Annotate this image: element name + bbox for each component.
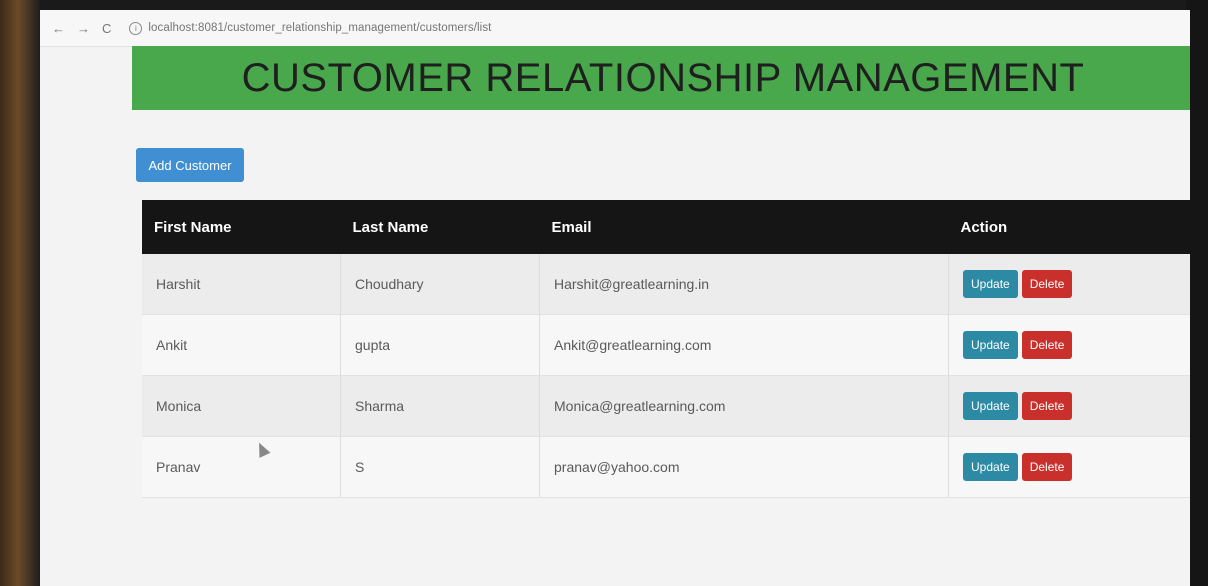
table-header-row: First Name Last Name Email Action [142,200,1190,254]
table-row: Monica Sharma Monica@greatlearning.com U… [142,375,1190,437]
monitor-bezel-left [0,0,40,586]
last-name-cell: Choudhary [340,254,540,315]
action-cell: Update Delete [948,375,1190,437]
last-name-cell: S [340,436,540,498]
table-row: Pranav S pranav@yahoo.com Update Delete [142,436,1190,498]
customer-table: First Name Last Name Email Action Harshi… [142,200,1190,498]
first-name-cell: Pranav [142,436,341,498]
column-header-last-name: Last Name [340,200,540,254]
site-info-icon[interactable]: i [129,21,143,35]
first-name-cell: Ankit [142,314,341,376]
last-name-cell: gupta [340,314,540,376]
reload-icon[interactable]: C [102,21,111,36]
page-banner: CUSTOMER RELATIONSHIP MANAGEMENT [132,46,1190,110]
action-cell: Update Delete [948,254,1190,315]
first-name-cell: Harshit [142,254,341,315]
forward-icon[interactable]: → [77,21,90,36]
delete-button[interactable]: Delete [1021,331,1073,359]
email-cell: pranav@yahoo.com [539,436,949,498]
email-cell: Harshit@greatlearning.in [539,254,949,315]
last-name-cell: Sharma [340,375,540,437]
column-header-email: Email [539,200,949,254]
first-name-cell: Monica [142,375,341,437]
address-bar[interactable]: ← → C i localhost:8081/customer_relation… [40,10,1190,47]
table-row: Ankit gupta Ankit@greatlearning.com Upda… [142,314,1190,376]
back-icon[interactable]: ← [52,21,65,36]
action-cell: Update Delete [948,314,1190,376]
update-button[interactable]: Update [963,453,1018,481]
table-row: Harshit Choudhary Harshit@greatlearning.… [142,254,1190,315]
page-title: CUSTOMER RELATIONSHIP MANAGEMENT [241,55,1085,100]
delete-button[interactable]: Delete [1021,392,1073,420]
update-button[interactable]: Update [963,270,1018,298]
update-button[interactable]: Update [963,392,1018,420]
browser-screen: ← → C i localhost:8081/customer_relation… [40,10,1190,586]
email-cell: Ankit@greatlearning.com [539,314,949,376]
action-cell: Update Delete [948,436,1190,498]
url-text[interactable]: localhost:8081/customer_relationship_man… [148,22,491,34]
email-cell: Monica@greatlearning.com [539,375,949,437]
delete-button[interactable]: Delete [1021,453,1073,481]
add-customer-button[interactable]: Add Customer [136,148,244,182]
delete-button[interactable]: Delete [1021,270,1073,298]
column-header-first-name: First Name [142,200,341,254]
column-header-action: Action [948,200,1190,254]
update-button[interactable]: Update [963,331,1018,359]
